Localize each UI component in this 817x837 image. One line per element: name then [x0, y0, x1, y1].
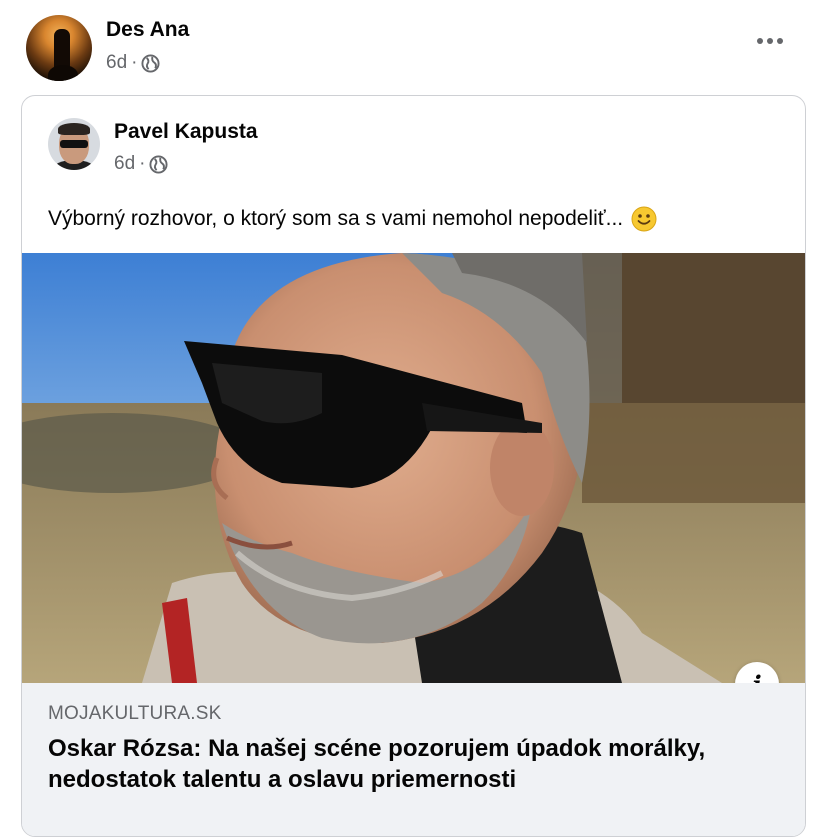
shared-author-name[interactable]: Pavel Kapusta: [114, 120, 258, 144]
link-headline[interactable]: Oskar Rózsa: Na našej scéne pozorujem úp…: [48, 733, 748, 795]
post-text: Výborný rozhovor, o ktorý som sa s vami …: [48, 206, 657, 232]
meta-separator: ·: [139, 153, 146, 174]
shared-post-card[interactable]: Pavel Kapusta 6d · Výborný rozhovor, o k…: [21, 95, 806, 837]
author-avatar[interactable]: [26, 15, 92, 81]
post-author-name[interactable]: Des Ana: [106, 18, 189, 42]
meta-separator: ·: [131, 52, 138, 73]
smiley-emoji-icon: [631, 206, 657, 232]
globe-icon: [149, 154, 168, 174]
article-photo[interactable]: [22, 253, 805, 683]
post-text-content: Výborný rozhovor, o ktorý som sa s vami …: [48, 207, 624, 230]
shared-post-meta: 6d ·: [114, 153, 168, 175]
globe-icon: [141, 53, 160, 73]
post-meta: 6d ·: [106, 52, 160, 74]
post-time[interactable]: 6d: [106, 52, 127, 74]
shared-post-time[interactable]: 6d: [114, 153, 135, 175]
more-options-icon[interactable]: [757, 38, 783, 44]
link-domain: MOJAKULTURA.SK: [48, 703, 222, 724]
link-preview[interactable]: MOJAKULTURA.SK Oskar Rózsa: Na našej scé…: [22, 683, 805, 836]
shared-author-avatar[interactable]: [48, 118, 100, 170]
